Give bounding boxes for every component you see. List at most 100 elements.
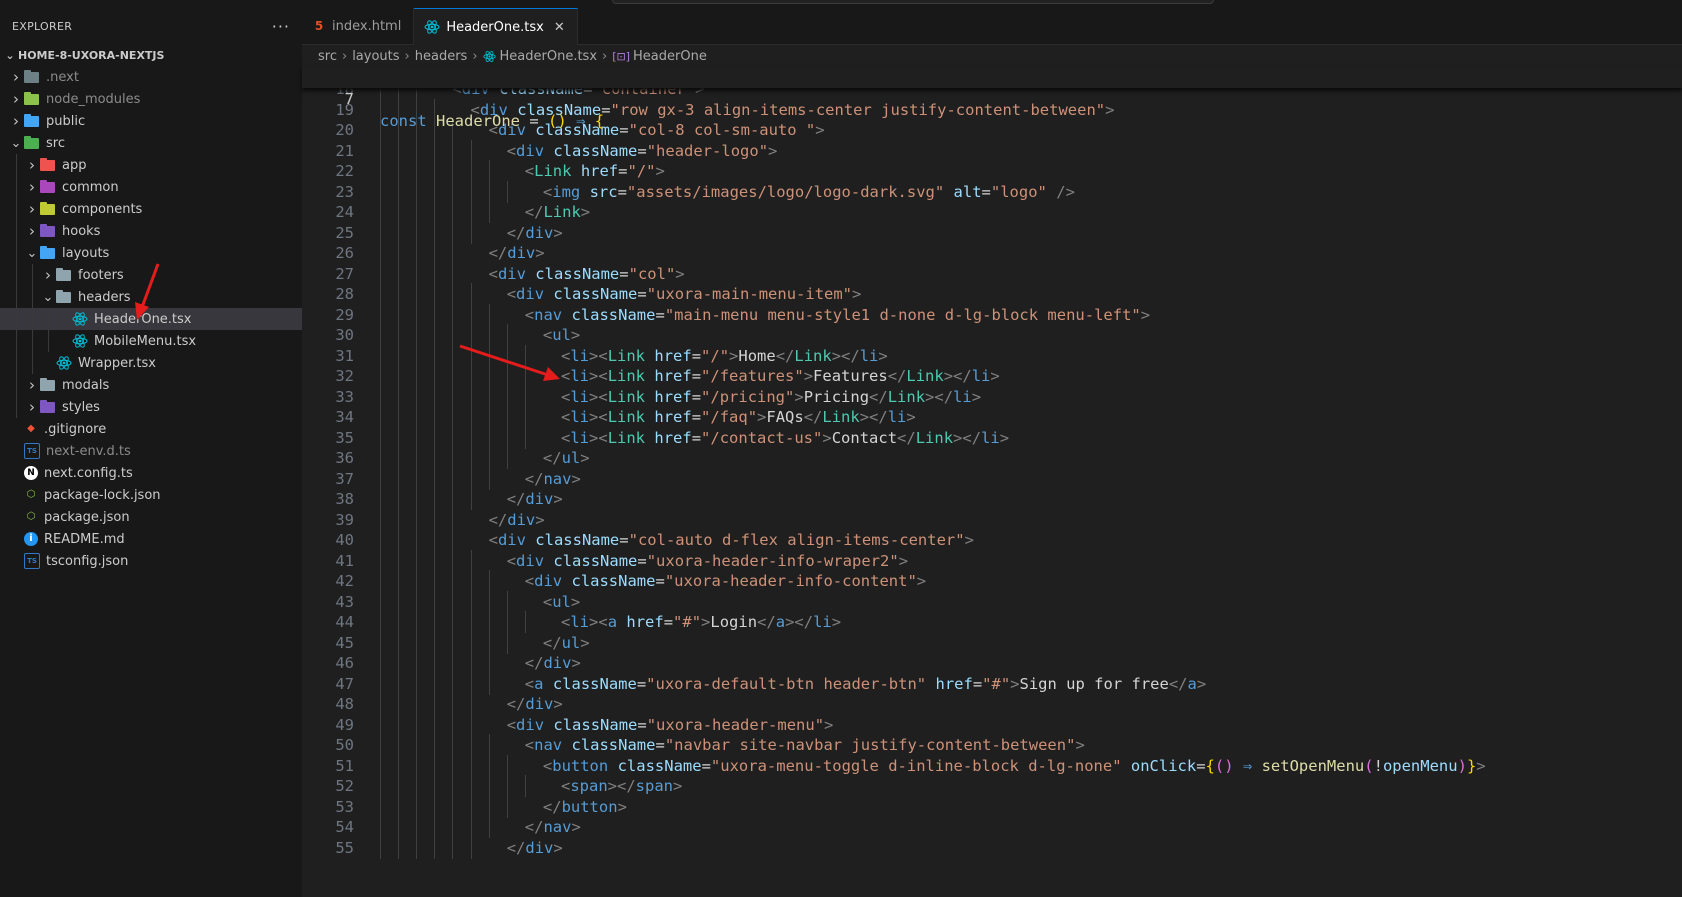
tree-file[interactable]: TS next-env.d.ts	[0, 440, 302, 462]
symbol-icon: [⊡]	[612, 49, 631, 63]
code-line[interactable]: 33 <li><Link href="/pricing">Pricing</Lin…	[302, 385, 1682, 408]
code-line[interactable]: 42 <div className="uxora-header-info-cont…	[302, 570, 1682, 592]
indent-guide	[452, 344, 454, 367]
tree-folder[interactable]: › footers	[0, 264, 302, 286]
close-icon[interactable]: ✕	[554, 20, 565, 35]
code-line[interactable]: 46 </div>	[302, 652, 1682, 674]
tree-folder[interactable]: › components	[0, 198, 302, 220]
tree-item-label: next.config.ts	[44, 465, 133, 481]
tree-file[interactable]: ⬡ package.json	[0, 506, 302, 528]
more-actions-icon[interactable]: ···	[272, 17, 290, 36]
code-line[interactable]: 28 <div className="uxora-main-menu-item">	[302, 283, 1682, 305]
indent-guide	[434, 447, 436, 469]
indent-guide	[470, 775, 472, 797]
breadcrumb-item[interactable]: layouts	[352, 49, 399, 64]
indent-guide	[506, 180, 508, 203]
code-line[interactable]: 38 </div>	[302, 488, 1682, 510]
tree-file[interactable]: HeaderOne.tsx	[0, 308, 302, 330]
indent-guide	[434, 262, 436, 285]
code-line[interactable]: 29 <nav className="main-menu menu-style1 …	[302, 303, 1682, 326]
breadcrumb-item[interactable]: HeaderOne.tsx	[500, 49, 598, 64]
tree-file[interactable]: TS tsconfig.json	[0, 550, 302, 572]
command-center[interactable]	[612, 0, 1214, 4]
code-line[interactable]: 53 </button>	[302, 795, 1682, 818]
indent-guide	[524, 611, 526, 633]
code-line[interactable]: 43 <ul>	[302, 590, 1682, 613]
tree-file[interactable]: i README.md	[0, 528, 302, 550]
code-line[interactable]: 45 </ul>	[302, 631, 1682, 654]
code-line[interactable]: 40 <div className="col-auto d-flex align-…	[302, 529, 1682, 551]
tab-label: index.html	[332, 18, 402, 34]
code-line[interactable]: 22 <Link href="/">	[302, 160, 1682, 182]
tab-index-html[interactable]: 5 index.html	[302, 8, 415, 44]
line-number: 48	[335, 695, 354, 713]
code-line[interactable]: 55 </div>	[302, 836, 1682, 859]
code-line[interactable]: 26 </div>	[302, 242, 1682, 264]
editor-group: 5 index.html HeaderOne.tsx ✕ src › layout…	[302, 8, 1682, 897]
tab-headerone-tsx[interactable]: HeaderOne.tsx ✕	[414, 8, 578, 45]
indent-guide	[452, 283, 454, 305]
code-line[interactable]: 32 <li><Link href="/features">Features</L…	[302, 365, 1682, 387]
tree-file[interactable]: ⬡ package-lock.json	[0, 484, 302, 506]
indent-guide	[470, 570, 472, 592]
code-line[interactable]: 52 <span></span>	[302, 775, 1682, 797]
code-line[interactable]: 39 </div>	[302, 508, 1682, 531]
code-editor[interactable]: 18 <div className="container"> 19 <div clas…	[302, 88, 1682, 897]
code-line[interactable]: 54 </nav>	[302, 816, 1682, 838]
code-line[interactable]: 31 <li><Link href="/">Home</Link></li>	[302, 344, 1682, 367]
line-number: 26	[335, 244, 354, 262]
code-line[interactable]: 47 <a className="uxora-default-btn header…	[302, 672, 1682, 695]
tree-folder[interactable]: › styles	[0, 396, 302, 418]
folder-icon	[24, 114, 40, 128]
tree-folder[interactable]: › public	[0, 110, 302, 132]
breadcrumb-item[interactable]: headers	[415, 49, 468, 64]
code-line[interactable]: 51 <button className="uxora-menu-toggle d…	[302, 754, 1682, 777]
indent-guide	[434, 180, 436, 203]
indent-guide	[32, 264, 33, 286]
tree-file[interactable]: ◆ .gitignore	[0, 418, 302, 440]
code-line[interactable]: 49 <div className="uxora-header-menu">	[302, 713, 1682, 736]
project-name: HOME-8-UXORA-NEXTJS	[18, 48, 165, 62]
code-line[interactable]: 44 <li><a href="#">Login</a></li>	[302, 611, 1682, 633]
code-line[interactable]: 21 <div className="header-logo">	[302, 139, 1682, 162]
code-line[interactable]: 34 <li><Link href="/faq">FAQs</Link></li>	[302, 406, 1682, 428]
tree-file[interactable]: Nnext.config.ts	[0, 462, 302, 484]
code-line[interactable]: 25 </div>	[302, 221, 1682, 244]
indent-guide	[470, 201, 472, 223]
breadcrumb-item[interactable]: src	[318, 49, 337, 64]
code-line[interactable]: 37 </nav>	[302, 467, 1682, 490]
tree-folder[interactable]: › app	[0, 154, 302, 176]
tree-folder[interactable]: › node_modules	[0, 88, 302, 110]
code-line[interactable]: 50 <nav className="navbar site-navbar jus…	[302, 734, 1682, 756]
tree-folder[interactable]: ⌄ headers	[0, 286, 302, 308]
tree-folder[interactable]: › .next	[0, 66, 302, 88]
tree-folder[interactable]: ⌄ src	[0, 132, 302, 154]
code-line[interactable]: 48 </div>	[302, 693, 1682, 715]
breadcrumb-item[interactable]: HeaderOne	[633, 49, 707, 64]
tree-folder[interactable]: › hooks	[0, 220, 302, 242]
indent-guide	[416, 283, 418, 305]
code-line[interactable]: 24 </Link>	[302, 201, 1682, 223]
indent-guide	[488, 795, 490, 818]
tree-file[interactable]: MobileMenu.tsx	[0, 330, 302, 352]
code-line[interactable]: 23 <img src="assets/images/logo/logo-dark…	[302, 180, 1682, 203]
code-line[interactable]: 30 <ul>	[302, 324, 1682, 346]
indent-guide	[488, 611, 490, 633]
indent-guide	[434, 816, 436, 838]
indent-guide	[506, 631, 508, 654]
code-text: </nav>	[524, 469, 581, 488]
tree-file[interactable]: Wrapper.tsx	[0, 352, 302, 374]
tree-folder[interactable]: ⌄ layouts	[0, 242, 302, 264]
indent-guide	[380, 816, 381, 838]
code-line[interactable]: 35 <li><Link href="/contact-us">Contact</…	[302, 426, 1682, 449]
tree-folder[interactable]: › modals	[0, 374, 302, 396]
code-line[interactable]: 27 <div className="col">	[302, 262, 1682, 285]
code-line[interactable]: 41 <div className="uxora-header-info-wrap…	[302, 549, 1682, 572]
line-number: 36	[335, 449, 354, 467]
tree-folder[interactable]: › common	[0, 176, 302, 198]
sticky-scroll-line[interactable]: 7 const HeaderOne = () ⇒ {	[302, 66, 1682, 130]
code-line[interactable]: 36 </ul>	[302, 447, 1682, 469]
code-text: </ul>	[542, 449, 590, 467]
project-root[interactable]: ⌄ HOME-8-UXORA-NEXTJS	[0, 44, 302, 66]
indent-guide	[16, 308, 17, 330]
